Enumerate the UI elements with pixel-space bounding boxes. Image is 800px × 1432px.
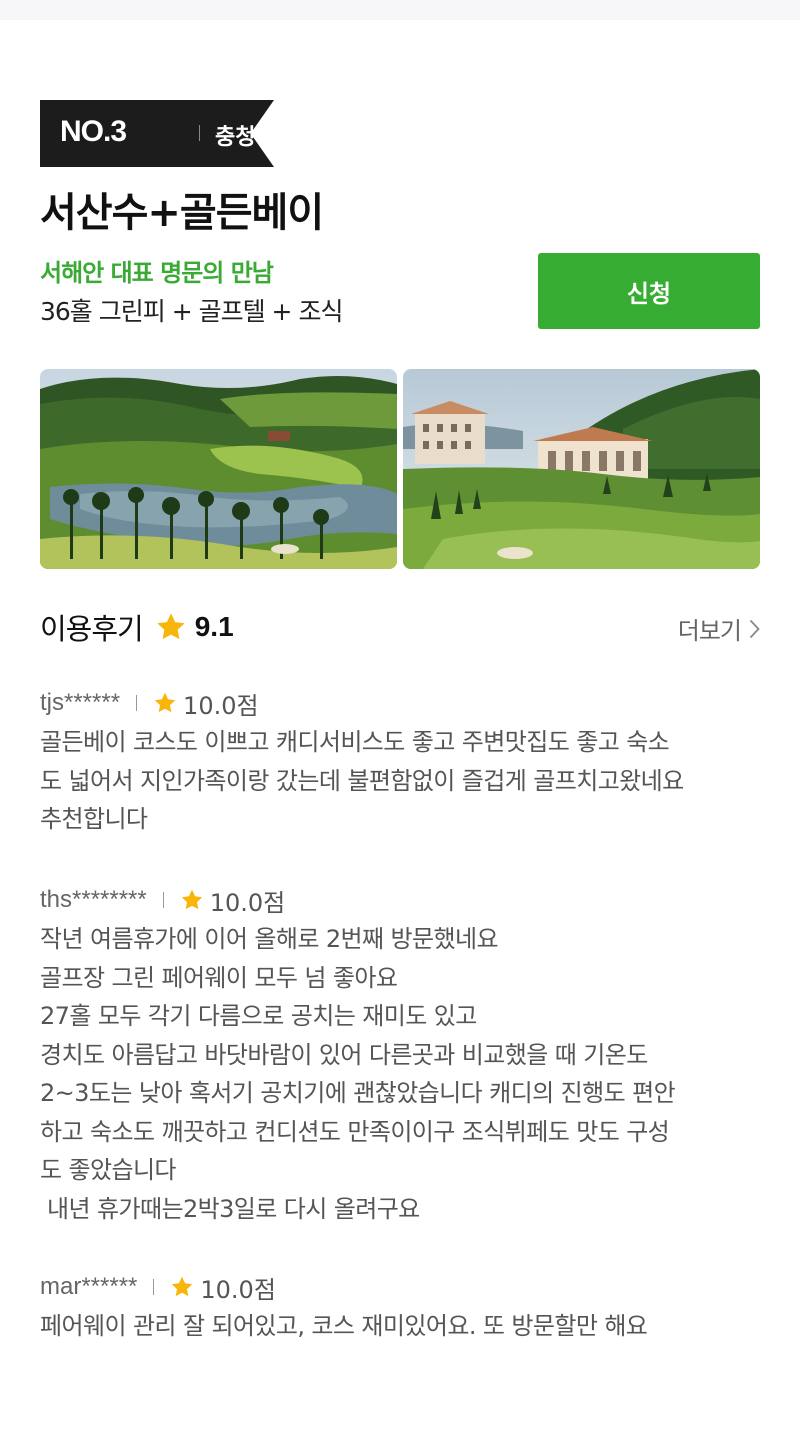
review-score: 10.0점: [200, 1275, 276, 1304]
star-icon: [157, 613, 185, 640]
star-icon: [172, 1276, 193, 1297]
review-header: 이용후기 9.1: [40, 606, 234, 648]
review-user: mar******: [40, 1273, 138, 1300]
meta-divider: [153, 1279, 155, 1295]
golf-course-aerial-photo[interactable]: [40, 369, 397, 569]
review-score: 10.0점: [209, 888, 286, 917]
review-meta: ths******** 10.0점: [40, 883, 762, 917]
product-page: NO.3 충청 서산수+골든베이 서해안 대표 명문의 만남 36홀 그린피 +…: [0, 0, 800, 1432]
review-item: tjs****** 10.0점 골든베이 코스도 이쁘고 캐디서비스도 좋고 주…: [40, 686, 762, 839]
review-text: 페어웨이 관리 잘 되어있고, 코스 재미있어요. 또 방문할만 해요: [40, 1312, 648, 1340]
review-item: ths******** 10.0점 작년 여름휴가에 이어 올해로 2번째 방문…: [40, 883, 762, 1228]
review-meta: tjs****** 10.0점: [40, 686, 762, 720]
rank-divider: [199, 125, 200, 141]
review-meta: mar****** 10.0점: [40, 1270, 762, 1304]
package-description: 36홀 그린피 + 골프텔 + 조식: [40, 297, 343, 326]
review-user: tjs******: [40, 689, 121, 716]
star-icon: [181, 889, 202, 910]
review-section-title: 이용후기: [40, 612, 144, 646]
clubhouse-resort-photo[interactable]: [403, 369, 760, 569]
meta-divider: [136, 695, 138, 711]
review-score: 10.0점: [183, 691, 259, 720]
review-text: 작년 여름휴가에 이어 올해로 2번째 방문했네요 골프장 그린 페어웨이 모두…: [40, 925, 676, 1223]
apply-button[interactable]: 신청: [538, 253, 760, 329]
chevron-right-icon: [749, 619, 760, 638]
rank-number: NO.3: [60, 115, 127, 148]
product-subtitle: 서해안 대표 명문의 만남: [40, 259, 274, 287]
star-icon: [154, 692, 176, 713]
more-reviews-link[interactable]: 더보기: [678, 611, 760, 646]
product-title: 서산수+골든베이: [40, 190, 324, 236]
average-rating: 9.1: [194, 611, 234, 642]
review-item: mar****** 10.0점 페어웨이 관리 잘 되어있고, 코스 재미있어요…: [40, 1270, 762, 1346]
top-strip: [0, 0, 800, 20]
review-user: ths********: [40, 886, 147, 913]
review-text: 골든베이 코스도 이쁘고 캐디서비스도 좋고 주변맛집도 좋고 숙소 도 넓어서…: [40, 728, 684, 833]
rank-region: 충청: [215, 125, 256, 150]
meta-divider: [162, 892, 164, 908]
more-reviews-label: 더보기: [677, 617, 742, 645]
rank-badge: NO.3 충청: [40, 100, 274, 167]
